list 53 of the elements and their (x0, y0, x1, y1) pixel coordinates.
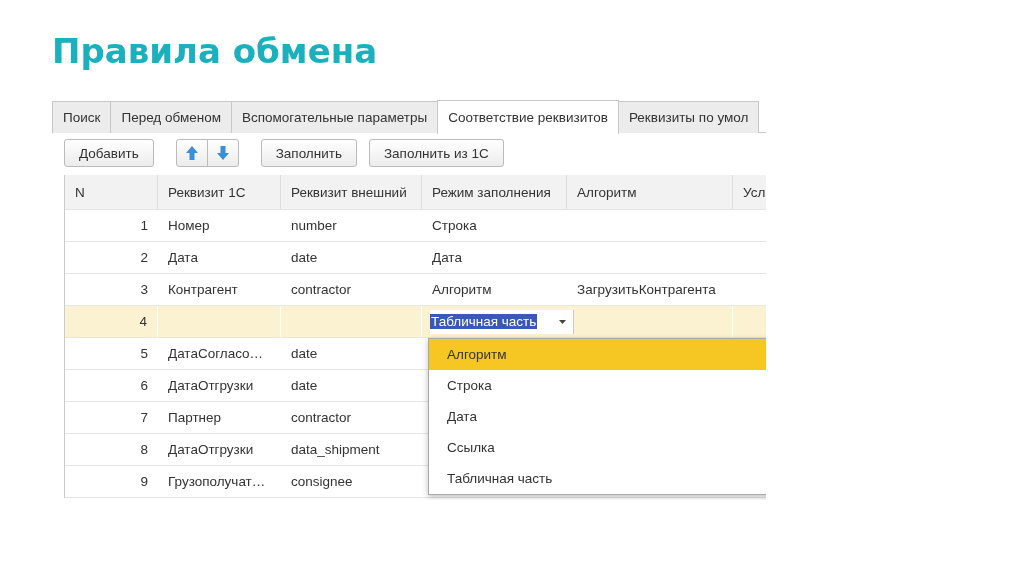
tab[interactable]: Перед обменом (110, 101, 232, 133)
table-cell: Грузополучат… (168, 474, 266, 489)
move-up-button[interactable] (175, 139, 208, 167)
mode-field[interactable]: Табличная часть (430, 309, 575, 334)
column-header[interactable]: N (65, 175, 158, 209)
table-cell: Номер (168, 218, 210, 233)
selected-row[interactable]: 4 Табличная часть (65, 306, 766, 338)
table-cell: consignee (291, 474, 353, 489)
table-cell: Контрагент (168, 282, 238, 297)
slide-title: Правила обмена (52, 30, 379, 73)
table-cell: 1 (140, 218, 148, 233)
table-cell: number (291, 218, 337, 233)
table-cell: Дата (432, 250, 462, 265)
tab[interactable]: Поиск (52, 101, 112, 133)
table-cell: Дата (168, 250, 198, 265)
arrow-up-icon (185, 146, 198, 160)
column-header[interactable]: Алгоритм (567, 175, 733, 209)
table-cell: contractor (291, 410, 352, 425)
table-cell: 4 (139, 314, 147, 329)
table-cell: contractor (291, 282, 352, 297)
table-cell: date (291, 250, 318, 265)
toolbar-button[interactable]: Заполнить (260, 139, 357, 167)
table-cell: 5 (140, 346, 148, 361)
table-cell: ЗагрузитьКонтрагента (577, 282, 716, 297)
table-cell: ДатаОтгрузки (168, 378, 254, 393)
table-cell: data_shipment (291, 442, 380, 457)
table-cell: date (291, 346, 318, 361)
toolbar-button[interactable]: Добавить (64, 139, 154, 167)
column-header[interactable]: Реквизит внешний (281, 175, 422, 209)
table-cell: ДатаСогласо… (168, 346, 264, 361)
table-cell: 2 (140, 250, 148, 265)
table-cell: 6 (140, 378, 148, 393)
tab[interactable]: Вспомогательные параметры (230, 101, 439, 133)
toolbar-button[interactable]: Заполнить из 1С (368, 139, 504, 167)
menu-item[interactable]: Алгоритм (429, 339, 766, 370)
caret-icon (558, 319, 566, 324)
table-cell: 9 (140, 474, 148, 489)
table-cell: Партнер (168, 410, 222, 425)
table-cell: Строка (432, 218, 477, 233)
tab[interactable]: Реквизиты по умол (617, 101, 760, 133)
table-cell: 3 (140, 282, 148, 297)
table-cell: date (291, 378, 318, 393)
column-header[interactable]: Усл (733, 175, 766, 209)
table-cell: Алгоритм (432, 282, 492, 297)
column-header[interactable]: Реквизит 1С (158, 175, 281, 209)
table-cell: 7 (140, 410, 148, 425)
arrow-down-icon (216, 146, 229, 160)
column-header[interactable]: Режим заполнения (422, 175, 567, 209)
tab[interactable]: Соответствие реквизитов (437, 100, 619, 134)
move-down-button[interactable] (206, 139, 239, 167)
table-cell: 8 (140, 442, 148, 457)
menu-item[interactable]: Табличная часть (429, 463, 766, 494)
table-cell: ДатаОтгрузки (168, 442, 254, 457)
